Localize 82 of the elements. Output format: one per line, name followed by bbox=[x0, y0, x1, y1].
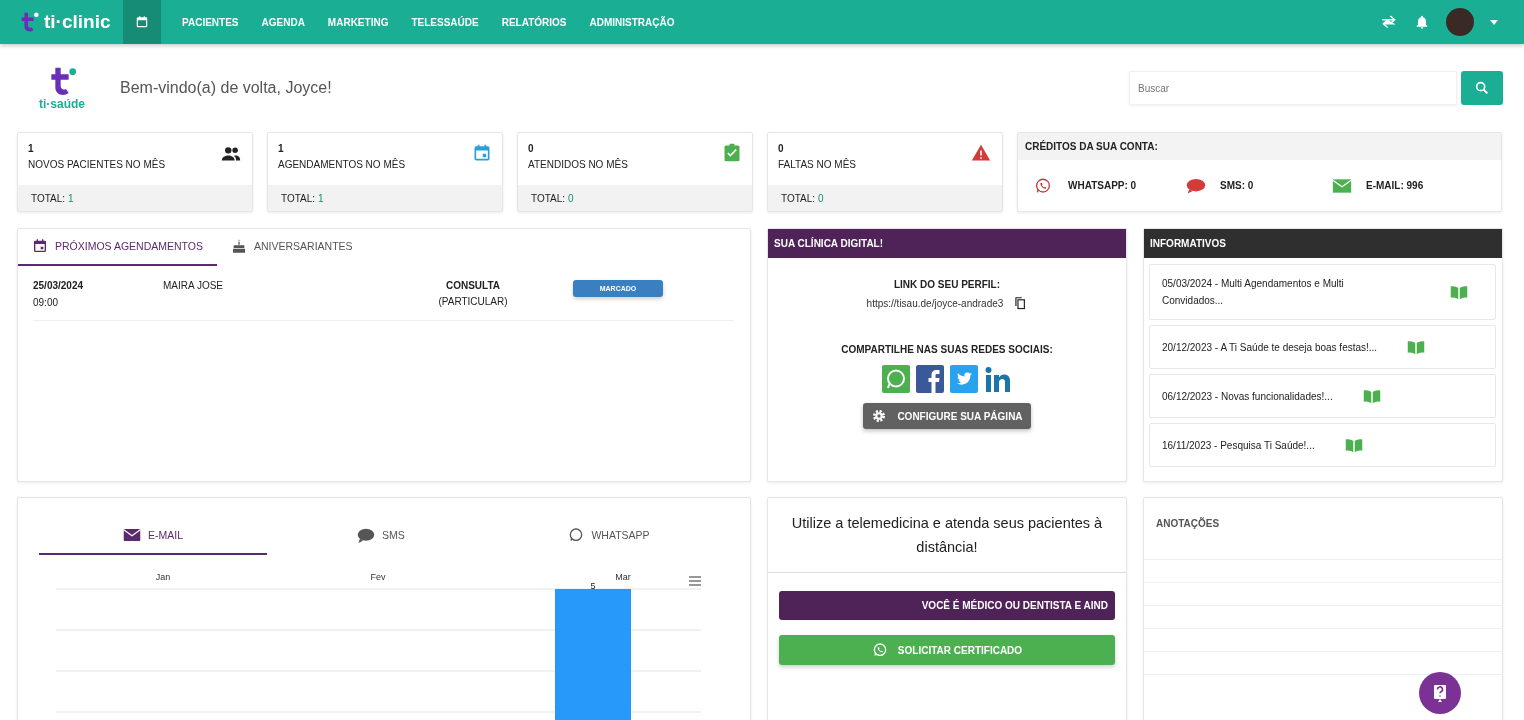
whatsapp-icon bbox=[1034, 176, 1052, 195]
news-item[interactable]: 16/11/2023 - Pesquisa Ti Saúde!... bbox=[1149, 423, 1496, 467]
linkedin-share-icon[interactable] bbox=[984, 365, 1012, 393]
sms-bubble-icon bbox=[357, 527, 376, 543]
total-value: 0 bbox=[568, 192, 574, 204]
facebook-share-icon[interactable] bbox=[916, 365, 944, 393]
total-label: TOTAL: bbox=[781, 192, 816, 204]
gear-icon bbox=[871, 408, 888, 424]
stat-label: NOVOS PACIENTES NO MÊS bbox=[28, 159, 166, 170]
notification-bell-icon[interactable] bbox=[1414, 14, 1430, 30]
total-value: 0 bbox=[818, 192, 824, 204]
help-button-icon[interactable] bbox=[1419, 672, 1461, 714]
search-button[interactable] bbox=[1461, 71, 1503, 105]
configure-page-button[interactable]: CONFIGURE SUA PÁGINA bbox=[863, 403, 1031, 429]
clipboard-check-icon bbox=[722, 143, 742, 163]
profile-link[interactable]: https://tisau.de/joyce-andrade3 bbox=[866, 297, 1004, 309]
notes-title: ANOTAÇÕES bbox=[1155, 516, 1221, 531]
calendar-icon bbox=[472, 143, 492, 163]
calendar-nav-button[interactable] bbox=[122, 0, 161, 44]
news-item[interactable]: 06/12/2023 - Novas funcionalidades!... bbox=[1149, 374, 1496, 418]
whatsapp-icon bbox=[568, 527, 585, 543]
share-label: COMPARTILHE NAS SUAS REDES SOCIAIS: bbox=[841, 344, 1053, 355]
appointment-type: CONSULTA bbox=[445, 280, 501, 291]
payment-type: (PARTICULAR) bbox=[438, 296, 508, 307]
channel-tab[interactable]: SMS bbox=[267, 513, 495, 555]
month-label: Fev bbox=[370, 572, 386, 582]
stat-value: 0 bbox=[778, 143, 785, 154]
swap-icon[interactable] bbox=[1380, 13, 1398, 31]
book-icon bbox=[1450, 284, 1468, 300]
user-avatar[interactable] bbox=[1446, 8, 1474, 36]
appointment-date: 25/03/2024 bbox=[33, 280, 85, 291]
channel-tab[interactable]: WHATSAPP bbox=[495, 513, 723, 555]
book-icon bbox=[1407, 339, 1426, 355]
news-title: INFORMATIVOS bbox=[1144, 229, 1502, 258]
book-icon bbox=[1362, 388, 1381, 404]
clinic-title: SUA CLÍNICA DIGITAL! bbox=[768, 229, 1126, 258]
search-icon bbox=[1474, 80, 1490, 96]
stat-label: FALTAS NO MÊS bbox=[778, 159, 856, 170]
profile-link-label: LINK DO SEU PERFIL: bbox=[893, 279, 1001, 290]
bar-value-label: 5 bbox=[590, 581, 596, 591]
book-icon bbox=[1344, 437, 1363, 453]
stat-label: ATENDIDOS NO MÊS bbox=[528, 159, 628, 170]
caret-icon[interactable] bbox=[1490, 19, 1498, 25]
patient-name: MAIRA JOSE bbox=[163, 280, 224, 291]
stat-value: 1 bbox=[278, 143, 285, 154]
total-value: 1 bbox=[68, 192, 74, 204]
logo-text: ti·saúde bbox=[39, 97, 85, 111]
copy-icon[interactable] bbox=[1013, 296, 1028, 310]
sms-bubble-icon bbox=[1186, 177, 1206, 194]
news-item[interactable]: 20/12/2023 - A Ti Saúde te deseja boas festas!... bbox=[1149, 325, 1496, 369]
stat-value: 0 bbox=[528, 143, 535, 154]
chart-menu-icon[interactable] bbox=[688, 576, 702, 586]
search-field[interactable]: Buscar bbox=[1129, 71, 1457, 105]
calendar-icon bbox=[134, 15, 149, 29]
whatsapp-share-icon[interactable] bbox=[882, 365, 910, 393]
envelope-icon bbox=[123, 528, 141, 542]
calendar-icon bbox=[32, 238, 48, 254]
twitter-share-icon[interactable] bbox=[950, 365, 978, 393]
telemedicine-message: Utilize a telemedicina e atenda seus pacientes à distância! bbox=[768, 498, 1126, 573]
total-label: TOTAL: bbox=[531, 192, 566, 204]
credit-balance: SMS: 0 bbox=[1220, 180, 1255, 191]
schedule-tab[interactable]: PRÓXIMOS AGENDAMENTOS bbox=[18, 229, 217, 266]
brand-name: ti·clinic bbox=[44, 11, 111, 33]
appointment-time: 09:00 bbox=[33, 297, 60, 308]
schedule-tab[interactable]: ANIVERSARIANTES bbox=[217, 229, 367, 266]
month-label: Mar bbox=[615, 572, 631, 582]
credit-balance: WHATSAPP: 0 bbox=[1068, 180, 1138, 191]
channel-tab[interactable]: E-MAIL bbox=[39, 513, 267, 555]
welcome-message: Bem-vindo(a) de volta, Joyce! bbox=[120, 79, 332, 97]
total-label: TOTAL: bbox=[31, 192, 66, 204]
warning-icon bbox=[970, 143, 992, 163]
credit-balance: E-MAIL: 996 bbox=[1366, 180, 1425, 191]
month-label: Jan bbox=[155, 572, 171, 582]
total-label: TOTAL: bbox=[281, 192, 316, 204]
credits-title: CRÉDITOS DA SUA CONTA: bbox=[1018, 133, 1501, 160]
scrolling-banner[interactable]: VOCÊ É MÉDICO OU DENTISTA E AIND bbox=[779, 591, 1115, 620]
stat-value: 1 bbox=[28, 143, 35, 154]
whatsapp-icon bbox=[871, 642, 888, 658]
envelope-icon bbox=[1332, 177, 1352, 194]
total-value: 1 bbox=[318, 192, 324, 204]
stat-label: AGENDAMENTOS NO MÊS bbox=[278, 159, 406, 170]
news-item[interactable]: 05/03/2024 - Multi Agendamentos e Multi Convidados... bbox=[1149, 264, 1496, 320]
